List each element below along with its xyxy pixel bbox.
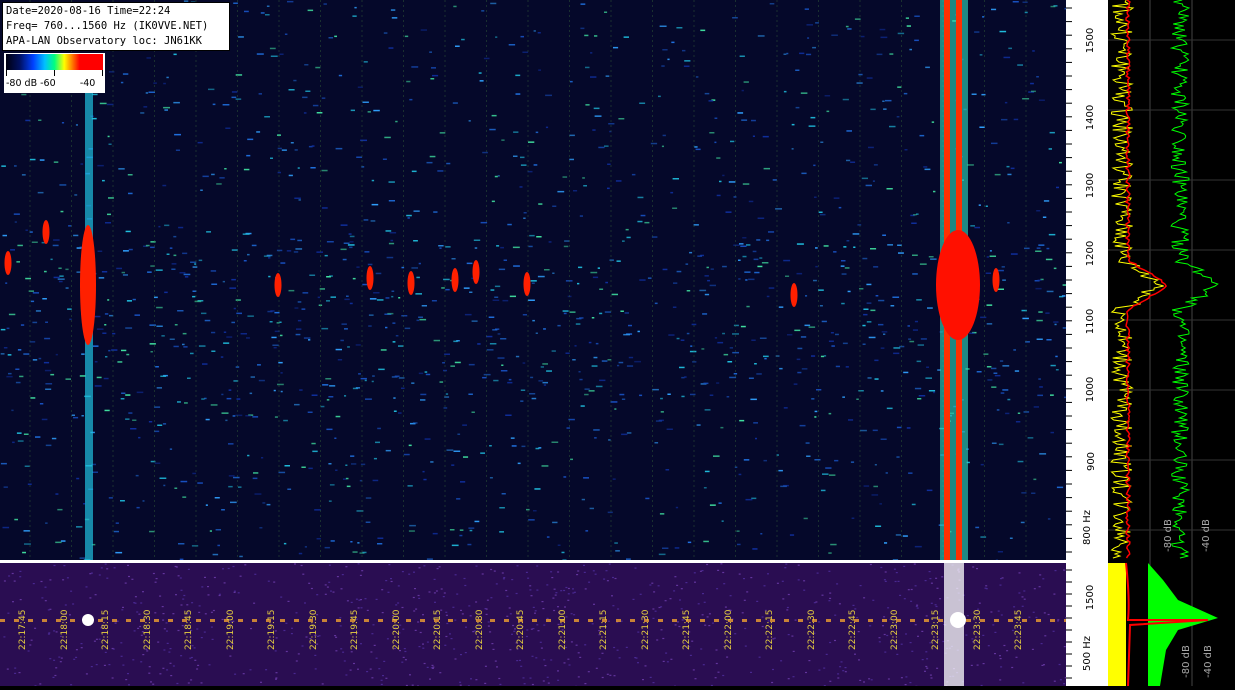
noise-speckles [1, 0, 1066, 560]
time-label: 22:18:30 [143, 610, 153, 650]
spectrogram-upper-canvas [0, 0, 1066, 560]
time-label: 22:23:45 [1014, 610, 1024, 650]
time-label: 22:22:15 [765, 610, 775, 650]
time-label: 22:23:00 [890, 610, 900, 650]
spectrum-db-label-lower-a: -80 dB [1181, 645, 1192, 678]
time-label: 22:21:30 [641, 610, 651, 650]
color-legend: -80 dB -60 -40 [4, 53, 105, 93]
legend-label-min: -80 dB [6, 78, 37, 89]
time-label: 22:18:15 [101, 610, 111, 650]
info-date-time: Date=2020-08-16 Time=22:24 [6, 4, 226, 19]
frequency-axis-ticks [1066, 0, 1108, 686]
info-observatory: APA-LAN Observatory loc: JN61KK [6, 34, 226, 49]
legend-label-max: -40 [80, 78, 96, 89]
time-label: 22:21:00 [558, 610, 568, 650]
freq-tick-lower-1500: 1500 [1085, 585, 1096, 610]
signal-bursts [5, 0, 1000, 560]
freq-tick-1100: 1100 [1085, 309, 1096, 334]
time-label: 22:19:15 [267, 610, 277, 650]
spectrogram-lower [0, 563, 1066, 686]
time-label: 22:20:45 [516, 610, 526, 650]
freq-tick-1400: 1400 [1085, 105, 1096, 130]
frequency-axis: 1500 1400 1300 1200 1100 1000 900 800 Hz… [1066, 0, 1108, 686]
freq-tick-900: 900 [1086, 452, 1097, 471]
axis-tick-marks [1066, 8, 1072, 678]
time-label: 22:21:15 [599, 610, 609, 650]
color-scale-bar [6, 54, 103, 70]
freq-tick-800: 800 Hz [1082, 510, 1093, 545]
time-label: 22:19:45 [350, 610, 360, 650]
legend-tick [54, 70, 55, 76]
time-label: 22:22:45 [848, 610, 858, 650]
legend-labels: -80 dB -60 -40 [6, 78, 95, 89]
legend-tick [6, 70, 7, 76]
time-label: 22:18:45 [184, 610, 194, 650]
info-box: Date=2020-08-16 Time=22:24 Freq= 760...1… [2, 2, 230, 51]
time-label: 22:19:00 [226, 610, 236, 650]
freq-tick-1500: 1500 [1085, 28, 1096, 53]
spectrum-trace-green [1171, 0, 1218, 558]
legend-tick [102, 70, 103, 76]
time-label: 22:22:00 [724, 610, 734, 650]
time-label: 22:20:15 [433, 610, 443, 650]
time-label: 22:17:45 [18, 610, 28, 650]
time-label: 22:22:30 [807, 610, 817, 650]
time-label: 22:20:30 [475, 610, 485, 650]
lower-speckles [0, 563, 1066, 686]
spectrum-db-label-lower-b: -40 dB [1203, 645, 1214, 678]
freq-tick-lower-500: 500 Hz [1082, 636, 1093, 671]
freq-tick-1000: 1000 [1085, 377, 1096, 402]
time-label: 22:21:45 [682, 610, 692, 650]
spectrum-trace-yellow [1111, 0, 1164, 558]
spectrum-db-label-upper-b: -40 dB [1201, 519, 1212, 552]
spectrogram-upper: Date=2020-08-16 Time=22:24 Freq= 760...1… [0, 0, 1066, 560]
freq-tick-1300: 1300 [1085, 173, 1096, 198]
spectrum-panel: -80 dB -40 dB -80 dB -40 dB [1108, 0, 1235, 686]
spectrogram-lower-canvas [0, 563, 1066, 686]
time-label: 22:23:15 [931, 610, 941, 650]
time-label: 22:18:00 [60, 610, 70, 650]
legend-label-mid: -60 [40, 78, 56, 89]
time-label: 22:19:30 [309, 610, 319, 650]
time-label: 22:20:00 [392, 610, 402, 650]
lower-spectrum [1108, 563, 1218, 686]
info-frequency: Freq= 760...1560 Hz (IK0VVE.NET) [6, 19, 226, 34]
time-label: 22:23:30 [973, 610, 983, 650]
spectrum-db-label-upper-a: -80 dB [1163, 519, 1174, 552]
spectrum-traces [1108, 0, 1235, 686]
freq-tick-1200: 1200 [1085, 241, 1096, 266]
